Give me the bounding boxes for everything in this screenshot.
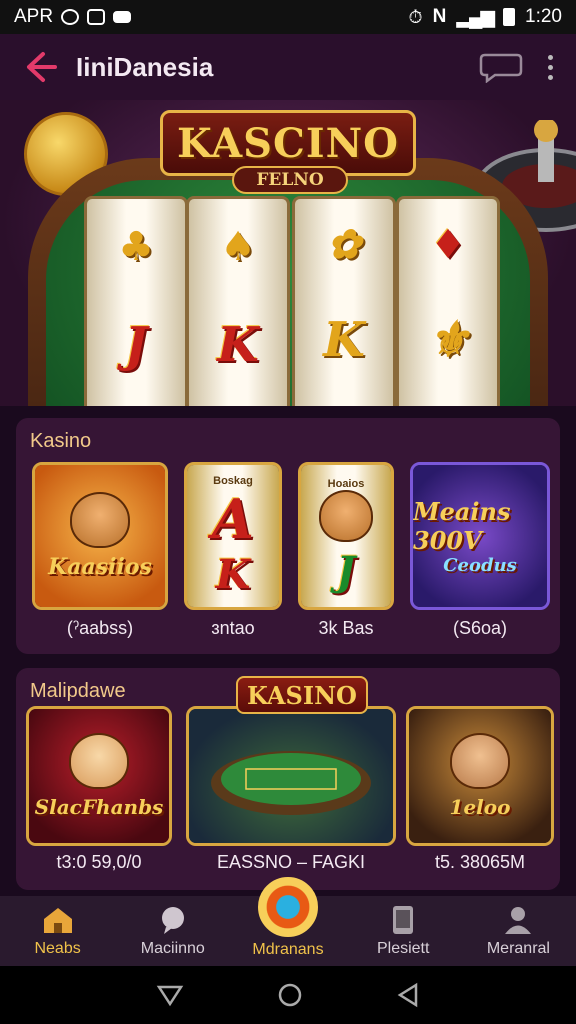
dog-mascot-icon bbox=[69, 733, 129, 789]
game-art-subtitle: Ceodus bbox=[443, 554, 517, 576]
recents-triangle-icon[interactable] bbox=[156, 983, 184, 1007]
badge-text: KASINO bbox=[247, 680, 357, 710]
home-circle-icon[interactable] bbox=[277, 982, 303, 1008]
slot-symbol: K bbox=[217, 316, 259, 373]
nav-item-casino[interactable]: Mdranans bbox=[230, 877, 345, 966]
game-card-label: (ˀaabss) bbox=[66, 618, 134, 638]
chat-icon bbox=[156, 904, 190, 936]
game-art-title: Hoaios bbox=[327, 477, 365, 490]
message-icon bbox=[113, 11, 132, 23]
game-card-label: t3:0 59,0/0 bbox=[56, 852, 142, 872]
profile-icon bbox=[501, 904, 535, 936]
chat-button[interactable] bbox=[478, 50, 524, 84]
hero-subtitle: FELNO bbox=[256, 170, 324, 190]
game-card[interactable]: Kaasiios bbox=[32, 462, 168, 610]
back-arrow-icon bbox=[27, 52, 57, 82]
status-bar: APR ⏱ N ▂▄▆ 1:20 bbox=[0, 0, 576, 34]
home-icon bbox=[41, 904, 75, 936]
phone-icon bbox=[386, 904, 420, 936]
nav-label: Maciinno bbox=[140, 940, 205, 957]
game-card[interactable]: Boskag A K bbox=[184, 462, 282, 610]
game-thumbnail: 1eloo bbox=[409, 709, 551, 843]
slot-symbol: K bbox=[323, 312, 365, 369]
slot-symbol: J bbox=[336, 547, 356, 595]
slot-symbol: J bbox=[124, 316, 148, 373]
game-thumbnail: Hoaios J bbox=[301, 465, 391, 607]
casino-chip-icon bbox=[258, 877, 318, 937]
battery-icon bbox=[503, 8, 516, 26]
game-thumbnail: SlacFhanbs bbox=[29, 709, 169, 843]
game-thumbnail bbox=[189, 709, 393, 843]
lion-mascot-icon bbox=[319, 489, 373, 542]
game-card[interactable]: 1eloo bbox=[406, 706, 554, 846]
nav-item-profile[interactable]: Meranral bbox=[461, 896, 576, 966]
game-card[interactable]: SlacFhanbs bbox=[26, 706, 172, 846]
app-title: IiniDanesia bbox=[76, 51, 214, 82]
game-thumbnail: Meains 300V Ceodus bbox=[413, 465, 547, 607]
signal-icon: ▂▄▆ bbox=[456, 6, 495, 28]
nav-label: Mdranans bbox=[252, 941, 324, 958]
slot-symbol: ♦ bbox=[430, 221, 466, 269]
app-bar: IiniDanesia bbox=[0, 34, 576, 100]
featured-section: Malipdawe KASINO SlacFhanbs t3:0 59,0/0 … bbox=[16, 668, 560, 890]
hero-subtitle-plaque: FELNO bbox=[232, 166, 348, 194]
game-thumbnail: Kaasiios bbox=[35, 465, 165, 607]
slot-symbol: ♣ bbox=[118, 222, 154, 270]
nav-item-chat[interactable]: Maciinno bbox=[115, 896, 230, 966]
chat-icon bbox=[479, 53, 523, 83]
game-card-label: EASSNO – FAGKI bbox=[216, 852, 366, 872]
dealer-avatar-icon bbox=[450, 733, 510, 789]
fox-mascot-icon bbox=[70, 492, 130, 548]
bottom-navigation: Neabs Maciinno Mdranans Plesiett Meranra… bbox=[0, 877, 576, 966]
slot-symbol: ✿ bbox=[327, 221, 361, 269]
casino-table-icon bbox=[211, 751, 371, 815]
dot-icon bbox=[547, 54, 553, 60]
back-triangle-icon[interactable] bbox=[396, 982, 420, 1008]
clock-text: 1:20 bbox=[525, 6, 562, 27]
game-card-label: 3k Bas bbox=[318, 618, 374, 638]
kasino-section: Kasino Kaasiios (ˀaabss) Boskag A K ɜnta… bbox=[16, 418, 560, 654]
more-options-button[interactable] bbox=[542, 54, 558, 80]
game-card[interactable]: Meains 300V Ceodus bbox=[410, 462, 550, 610]
dot-icon bbox=[547, 64, 553, 70]
system-navigation-bar bbox=[0, 966, 576, 1024]
game-card-label: ɜntao bbox=[211, 618, 255, 638]
game-art-title: Boskag bbox=[213, 474, 253, 487]
nav-label: Neabs bbox=[34, 940, 81, 957]
nav-item-home[interactable]: Neabs bbox=[0, 896, 115, 966]
game-art-title: Kaasiios bbox=[48, 554, 152, 580]
section-title: Malipdawe bbox=[30, 680, 126, 702]
slot-symbol: ⚜ bbox=[426, 312, 470, 369]
nav-item-device[interactable]: Plesiett bbox=[346, 896, 461, 966]
slot-reel: ♣ J ◆ bbox=[84, 196, 188, 406]
game-card[interactable]: Hoaios J bbox=[298, 462, 394, 610]
slot-symbol: ♠ bbox=[220, 222, 256, 270]
notification-icon bbox=[61, 9, 80, 25]
hero-banner[interactable]: ♣ J ◆ ♠ K ◗ ✿ K K ♦ ⚜ 9 KASCINO FELNO bbox=[0, 100, 576, 406]
game-art-title: Meains 300V bbox=[413, 496, 511, 555]
slot-reel: ♠ K ◗ bbox=[186, 196, 290, 406]
slot-symbol: K bbox=[215, 550, 251, 598]
nfc-icon: N bbox=[432, 6, 447, 27]
section-title: Kasino bbox=[30, 430, 92, 452]
game-card[interactable] bbox=[186, 706, 396, 846]
alarm-icon: ⏱ bbox=[408, 6, 423, 27]
slot-symbol: A bbox=[212, 486, 254, 551]
nav-label: Plesiett bbox=[376, 940, 430, 957]
kasino-badge: KASINO bbox=[236, 676, 368, 714]
game-art-title: SlacFhanbs bbox=[34, 795, 164, 819]
game-thumbnail: Boskag A K bbox=[187, 465, 279, 607]
game-card-label: (S6oa) bbox=[452, 618, 508, 638]
slot-reel: ♦ ⚜ 9 bbox=[396, 196, 500, 406]
carrier-text: APR bbox=[14, 6, 54, 27]
app-notification-icon bbox=[87, 9, 106, 25]
dot-icon bbox=[547, 74, 553, 80]
back-button[interactable] bbox=[18, 45, 62, 89]
nav-label: Meranral bbox=[486, 940, 550, 957]
slot-reel: ✿ K K bbox=[292, 196, 396, 406]
game-card-label: t5. 38065M bbox=[434, 852, 526, 872]
game-art-title: 1eloo bbox=[449, 795, 511, 819]
hero-title: KASCINO bbox=[176, 119, 400, 167]
